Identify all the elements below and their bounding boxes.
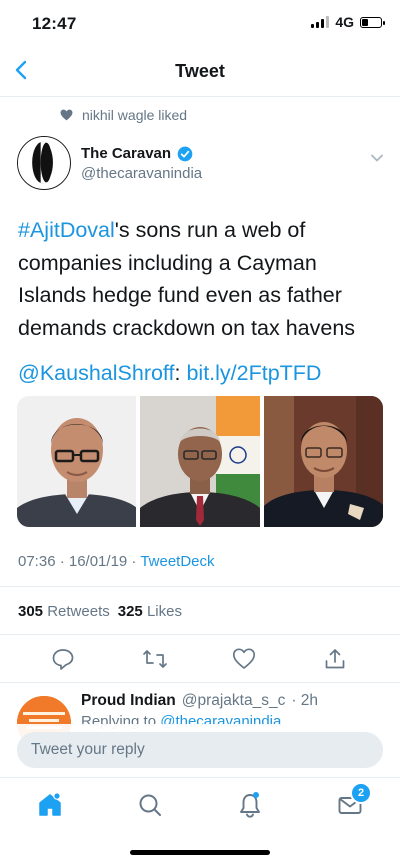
- tab-home[interactable]: [36, 791, 64, 819]
- likes-label: Likes: [146, 603, 182, 620]
- portrait-man-glasses: [17, 396, 137, 527]
- tweet-timestamp: 07:36 · 16/01/19 ·: [18, 553, 141, 570]
- tab-search[interactable]: [136, 791, 164, 819]
- reply-icon: [52, 649, 74, 670]
- tweet-stats: 305 Retweets 325 Likes: [18, 603, 182, 620]
- author-name[interactable]: The Caravan: [81, 145, 171, 162]
- like-button[interactable]: [232, 647, 256, 671]
- verified-badge-icon: [177, 146, 193, 161]
- mention-link[interactable]: @KaushalShroff: [18, 361, 175, 385]
- portrait-man-jacket: [263, 396, 383, 527]
- battery-icon: [360, 16, 385, 28]
- likes-count: 325: [117, 603, 143, 620]
- divider: [0, 634, 400, 635]
- tab-messages[interactable]: 2: [336, 782, 372, 819]
- share-icon: [325, 649, 345, 669]
- portrait-man-flag: [140, 396, 260, 527]
- page-title: Tweet: [175, 61, 225, 81]
- messages-badge: 2: [350, 782, 372, 804]
- reply-composer: [0, 724, 400, 776]
- author-name-row[interactable]: The Caravan: [81, 145, 193, 162]
- hashtag-link[interactable]: #AjitDoval: [18, 218, 115, 242]
- social-context: nikhil wagle liked: [60, 107, 187, 123]
- home-icon: [39, 792, 61, 816]
- reply-author-row[interactable]: Proud Indian @prajakta_s_c · 2h: [81, 692, 318, 710]
- reply-author-name[interactable]: Proud Indian: [81, 692, 176, 710]
- retweet-button[interactable]: [142, 647, 167, 671]
- tweet-photo-2[interactable]: [140, 396, 260, 527]
- reply-button[interactable]: [51, 647, 75, 671]
- author-avatar[interactable]: [17, 136, 71, 190]
- retweet-icon: [143, 650, 167, 668]
- retweets-label: Retweets: [47, 603, 110, 620]
- tweet-actions: [0, 643, 400, 675]
- tweet-photo-3[interactable]: [263, 396, 383, 527]
- chevron-down-icon: [371, 154, 383, 162]
- tweet-source-link[interactable]: TweetDeck: [140, 553, 214, 570]
- author-handle[interactable]: @thecaravanindia: [81, 165, 202, 182]
- nav-bar: Tweet: [0, 44, 400, 97]
- network-label: 4G: [335, 14, 354, 30]
- heart-outline-icon: [232, 648, 256, 669]
- status-indicators: 4G: [311, 14, 385, 30]
- tweet-photo-1[interactable]: [17, 396, 137, 527]
- search-icon: [139, 794, 161, 816]
- notifications-icon: [240, 792, 260, 818]
- reply-time: · 2h: [291, 692, 319, 709]
- tweet-meta: 07:36 · 16/01/19 · TweetDeck: [18, 553, 215, 570]
- reply-input[interactable]: [17, 732, 383, 768]
- signal-icon: [311, 16, 330, 28]
- home-indicator: [130, 850, 270, 855]
- retweets-stat[interactable]: 305 Retweets: [18, 603, 110, 620]
- divider: [0, 682, 400, 683]
- tweet-links-line: @KaushalShroff: bit.ly/2FtpTFD: [18, 357, 321, 389]
- divider: [0, 586, 400, 587]
- heart-icon: [60, 109, 73, 121]
- share-button[interactable]: [323, 647, 347, 671]
- tweet-options-button[interactable]: [370, 150, 384, 162]
- caravan-logo: [18, 137, 69, 188]
- tweet-photos: [17, 396, 383, 527]
- url-link[interactable]: bit.ly/2FtpTFD: [186, 361, 321, 385]
- social-context-text: nikhil wagle liked: [82, 107, 188, 123]
- likes-stat[interactable]: 325 Likes: [118, 603, 182, 620]
- tweet-text: #AjitDoval's sons run a web of companies…: [18, 214, 386, 344]
- tab-notifications[interactable]: [236, 791, 264, 819]
- status-time: 12:47: [32, 14, 77, 33]
- colon: :: [174, 361, 181, 385]
- retweets-count: 305: [18, 603, 44, 620]
- reply-author-handle[interactable]: @prajakta_s_c: [182, 692, 286, 710]
